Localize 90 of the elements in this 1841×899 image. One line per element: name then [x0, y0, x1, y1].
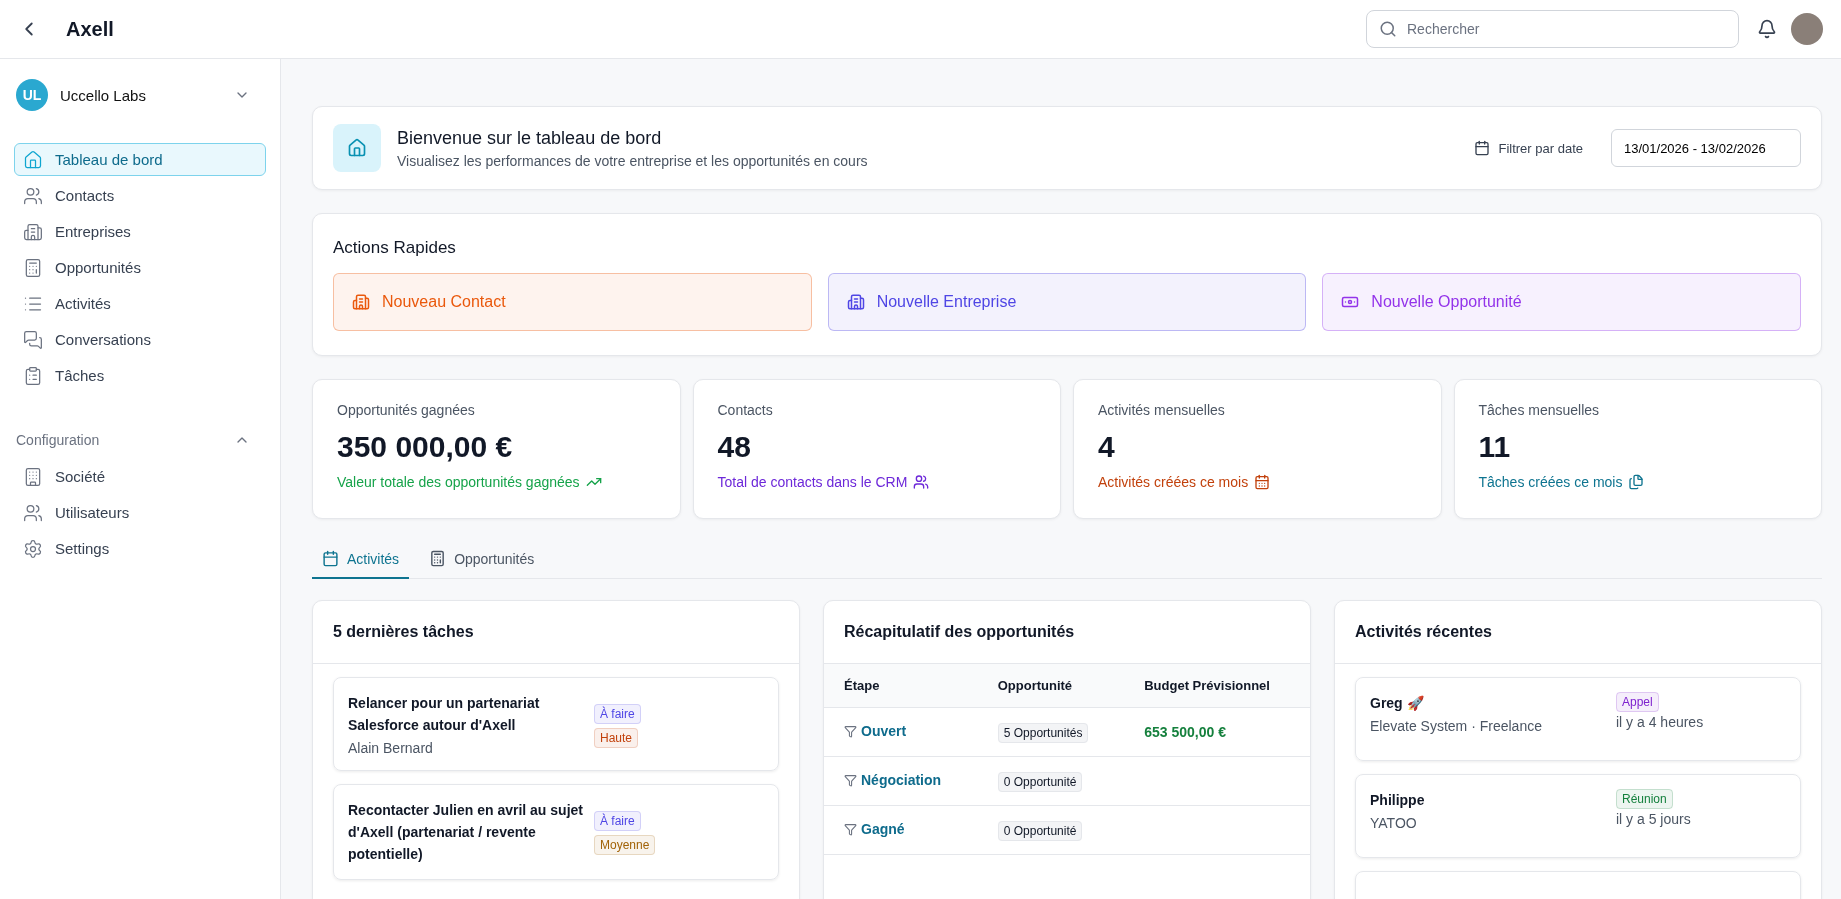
stage-link[interactable]: Négociation	[844, 772, 942, 789]
status-tag: À faire	[594, 811, 641, 831]
settings-icon	[23, 538, 43, 559]
stat-value: 4	[1098, 430, 1116, 464]
stat-label: Tâches mensuelles	[1478, 402, 1601, 418]
count-tag: 0 Opportunité	[997, 771, 1083, 792]
status-tag: À faire	[594, 704, 641, 724]
quick-action-button[interactable]: Nouvelle Entreprise	[827, 273, 1307, 331]
card-title: Activités récentes	[1335, 601, 1821, 664]
tab[interactable]: Opportunités	[419, 544, 545, 579]
card-title: 5 dernières tâches	[313, 601, 799, 664]
tab[interactable]: Activités	[312, 544, 410, 579]
user-avatar[interactable]	[1791, 13, 1823, 45]
activity-time: il y a 4 heures	[1616, 714, 1705, 730]
configuration-section-toggle[interactable]: Configuration	[14, 432, 266, 448]
stat-label: Activités mensuelles	[1098, 402, 1226, 418]
bell-icon	[1757, 19, 1777, 39]
sidebar-item[interactable]: Utilisateurs	[14, 496, 266, 529]
count-tag: 5 Opportunités	[997, 722, 1089, 743]
buildings-icon	[352, 293, 370, 311]
stage-link[interactable]: Gagné	[844, 821, 905, 838]
stat-note: Valeur totale des opportunités gagnées	[337, 474, 580, 490]
chat-bubbles-icon	[23, 329, 43, 350]
organization-avatar: UL	[16, 79, 48, 111]
stat-label: Opportunités gagnées	[337, 402, 476, 418]
budget-value: 653 500,00 €	[1144, 724, 1226, 740]
stat-note: Tâches créées ce mois	[1478, 474, 1623, 490]
status-tag: Moyenne	[594, 835, 656, 855]
sidebar-item[interactable]: Conversations	[14, 323, 266, 356]
funnel-icon	[844, 724, 857, 738]
activity-company: Elevate System · Freelance	[1370, 718, 1543, 734]
stage-link[interactable]: Ouvert	[844, 723, 907, 740]
sidebar-item[interactable]: Opportunités	[14, 251, 266, 284]
house-icon	[23, 149, 43, 170]
search-icon	[1379, 20, 1397, 38]
activity-card[interactable]: Greg 🚀 Elevate System · Freelance Appel il y a 4 heures	[1355, 677, 1801, 761]
buildings-icon	[846, 293, 865, 311]
column-header: Étape	[824, 664, 978, 708]
building-icon	[23, 466, 43, 487]
column-header: Opportunité	[977, 664, 1125, 708]
quick-action-button[interactable]: Nouvelle Opportunité	[1322, 273, 1801, 331]
sidebar-item[interactable]: Contacts	[14, 179, 266, 212]
sidebar-item[interactable]: Activités	[14, 287, 266, 320]
people-icon	[23, 185, 43, 206]
activity-card[interactable]: Philippe YATOO Réunion il y a 5 jours	[1355, 774, 1801, 858]
filter-label: Filtrer par date	[1498, 140, 1583, 156]
sidebar-item[interactable]: Tâches	[14, 359, 266, 392]
count-tag: 0 Opportunité	[997, 820, 1083, 841]
welcome-subtitle: Visualisez les performances de votre entreprise et les opportunités en cours	[397, 152, 868, 169]
people-icon	[23, 502, 43, 523]
buildings-icon	[23, 221, 43, 242]
task-title: Recontacter Julien en avril au sujet d'Axell (partenariat / revente potentielle)	[348, 801, 584, 864]
search-input[interactable]: Rechercher	[1405, 20, 1726, 38]
clipboard-icon	[23, 365, 43, 386]
activity-name: Greg 🚀	[1370, 694, 1425, 713]
task-card[interactable]: Relancer pour un partenariat Salesforce autour d'Axell Alain Bernard À faire Haute	[333, 677, 779, 771]
app-title: Axell	[66, 17, 115, 41]
activity-type-tag: Appel	[1616, 692, 1659, 712]
activity-type-tag: Réunion	[1616, 789, 1673, 809]
house-icon	[333, 124, 381, 172]
stat-label: Contacts	[717, 402, 774, 418]
funnel-icon	[844, 822, 857, 836]
calculator-icon	[23, 257, 43, 278]
stat-note: Activités créées ce mois	[1098, 474, 1249, 490]
calculator-icon	[429, 550, 447, 567]
column-header: Budget Prévisionnel	[1124, 664, 1310, 708]
organization-switcher[interactable]: UL Uccello Labs	[14, 79, 266, 111]
task-assignee: Alain Bernard	[348, 740, 434, 756]
stat-value: 48	[717, 430, 752, 464]
sidebar-item[interactable]: Settings	[14, 532, 266, 565]
sidebar-item[interactable]: Tableau de bord	[14, 143, 266, 176]
task-card[interactable]: Recontacter Julien en avril au sujet d'Axell (partenariat / revente potentielle) À faire Moyenne	[333, 784, 779, 880]
activity-time: il y a 5 jours	[1616, 811, 1692, 827]
stat-note: Total de contacts dans le CRM	[717, 474, 908, 490]
activity-company: YATOO	[1370, 815, 1418, 831]
section-title: Actions Rapides	[333, 238, 457, 258]
calendar-icon	[322, 550, 339, 567]
welcome-title: Bienvenue sur le tableau de bord	[397, 127, 663, 149]
calendar-icon	[1474, 140, 1491, 156]
stat-value: 11	[1478, 430, 1512, 464]
search-field[interactable]: Rechercher	[1366, 10, 1739, 48]
sidebar-item[interactable]: Société	[14, 460, 266, 493]
notifications-button[interactable]	[1757, 19, 1777, 39]
date-range-field[interactable]: 13/01/2026 - 13/02/2026	[1611, 129, 1801, 167]
stat-value: 350 000,00 €	[337, 430, 514, 464]
sidebar-item[interactable]: Entreprises	[14, 215, 266, 248]
status-tag: Haute	[594, 728, 639, 748]
task-title: Relancer pour un partenariat Salesforce autour d'Axell	[348, 694, 541, 735]
funnel-icon	[844, 773, 857, 787]
activity-name: Philippe	[1370, 791, 1426, 810]
